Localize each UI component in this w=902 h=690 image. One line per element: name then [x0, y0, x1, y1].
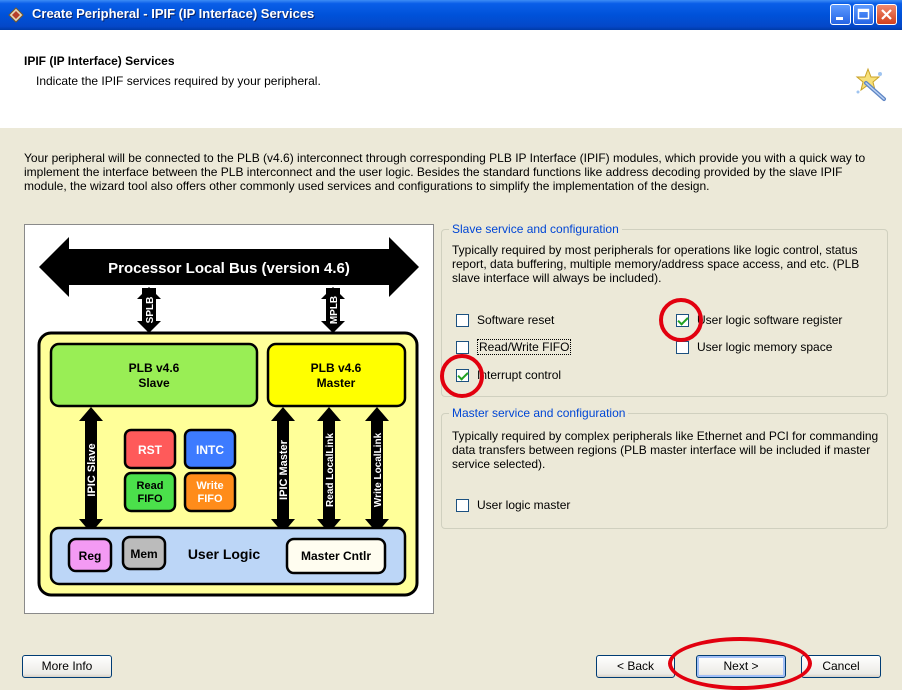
intc-label: INTC: [196, 443, 224, 457]
cancel-button[interactable]: Cancel: [801, 655, 881, 678]
wizard-wand-icon: [855, 67, 886, 101]
user-logic-software-register-checkbox[interactable]: [676, 314, 689, 327]
write-fifo-block: [183, 471, 237, 513]
write-fifo-label-1: Write: [196, 480, 223, 492]
read-locallink-label: Read LocalLink: [325, 433, 336, 507]
wizard-header: IPIF (IP Interface) Services Indicate th…: [0, 30, 902, 128]
title-bar: Create Peripheral - IPIF (IP Interface) …: [0, 0, 902, 30]
master-box: [266, 342, 407, 408]
ipic-master-label: IPIC Master: [278, 439, 290, 500]
master-service-legend: Master service and configuration: [449, 406, 629, 420]
app-icon: [8, 7, 24, 23]
page-subtitle: Indicate the IPIF services required by y…: [36, 74, 321, 88]
next-button[interactable]: Next >: [696, 655, 786, 678]
interrupt-control-label[interactable]: Interrupt control: [477, 368, 561, 382]
master-line1: PLB v4.6: [311, 361, 362, 375]
interrupt-control-checkbox[interactable]: [456, 369, 469, 382]
read-fifo-block: [123, 471, 177, 513]
mem-label: Mem: [130, 547, 157, 561]
mplb-label: MPLB: [329, 296, 340, 324]
rst-label: RST: [138, 443, 163, 457]
master-cntlr-label: Master Cntlr: [301, 549, 371, 563]
slave-service-legend: Slave service and configuration: [449, 222, 622, 236]
master-line2: Master: [317, 376, 356, 390]
slave-service-description: Typically required by most peripherals f…: [452, 243, 860, 285]
user-logic-memory-space-checkbox[interactable]: [676, 341, 689, 354]
read-fifo-label-2: FIFO: [137, 493, 162, 505]
master-service-description: Typically required by complex peripheral…: [452, 429, 879, 471]
splb-label: SPLB: [145, 297, 156, 324]
software-reset-label[interactable]: Software reset: [477, 313, 554, 327]
close-icon: [881, 9, 892, 20]
more-info-button[interactable]: More Info: [22, 655, 112, 678]
maximize-icon: [857, 8, 870, 20]
page-title: IPIF (IP Interface) Services: [24, 54, 175, 68]
minimize-button[interactable]: [830, 4, 851, 25]
read-fifo-label-1: Read: [137, 480, 164, 492]
maximize-button[interactable]: [853, 4, 874, 25]
read-write-fifo-checkbox[interactable]: [456, 341, 469, 354]
minimize-icon: [836, 17, 843, 20]
plb-architecture-diagram: Processor Local Bus (version 4.6) SPLB M…: [24, 224, 434, 614]
write-locallink-label: Write LocalLink: [373, 432, 384, 507]
reg-label: Reg: [79, 549, 102, 563]
user-logic-label: User Logic: [188, 546, 261, 562]
read-write-fifo-label[interactable]: Read/Write FIFO: [477, 339, 572, 355]
back-button[interactable]: < Back: [596, 655, 675, 678]
user-logic-memory-space-label[interactable]: User logic memory space: [697, 340, 832, 354]
diagram-canvas: Processor Local Bus (version 4.6) SPLB M…: [37, 237, 419, 597]
user-logic-software-register-label[interactable]: User logic software register: [697, 313, 842, 327]
bus-label: Processor Local Bus (version 4.6): [108, 260, 350, 277]
close-button[interactable]: [876, 4, 897, 25]
header-separator: [0, 127, 902, 128]
window-title: Create Peripheral - IPIF (IP Interface) …: [32, 6, 315, 21]
description-text: Your peripheral will be connected to the…: [24, 151, 866, 193]
ipic-slave-label: IPIC Slave: [86, 443, 98, 496]
slave-line2: Slave: [138, 376, 170, 390]
slave-line1: PLB v4.6: [129, 361, 180, 375]
write-fifo-label-2: FIFO: [197, 493, 222, 505]
user-logic-master-checkbox[interactable]: [456, 499, 469, 512]
software-reset-checkbox[interactable]: [456, 314, 469, 327]
slave-box: [49, 342, 259, 408]
user-logic-master-label[interactable]: User logic master: [477, 498, 570, 512]
